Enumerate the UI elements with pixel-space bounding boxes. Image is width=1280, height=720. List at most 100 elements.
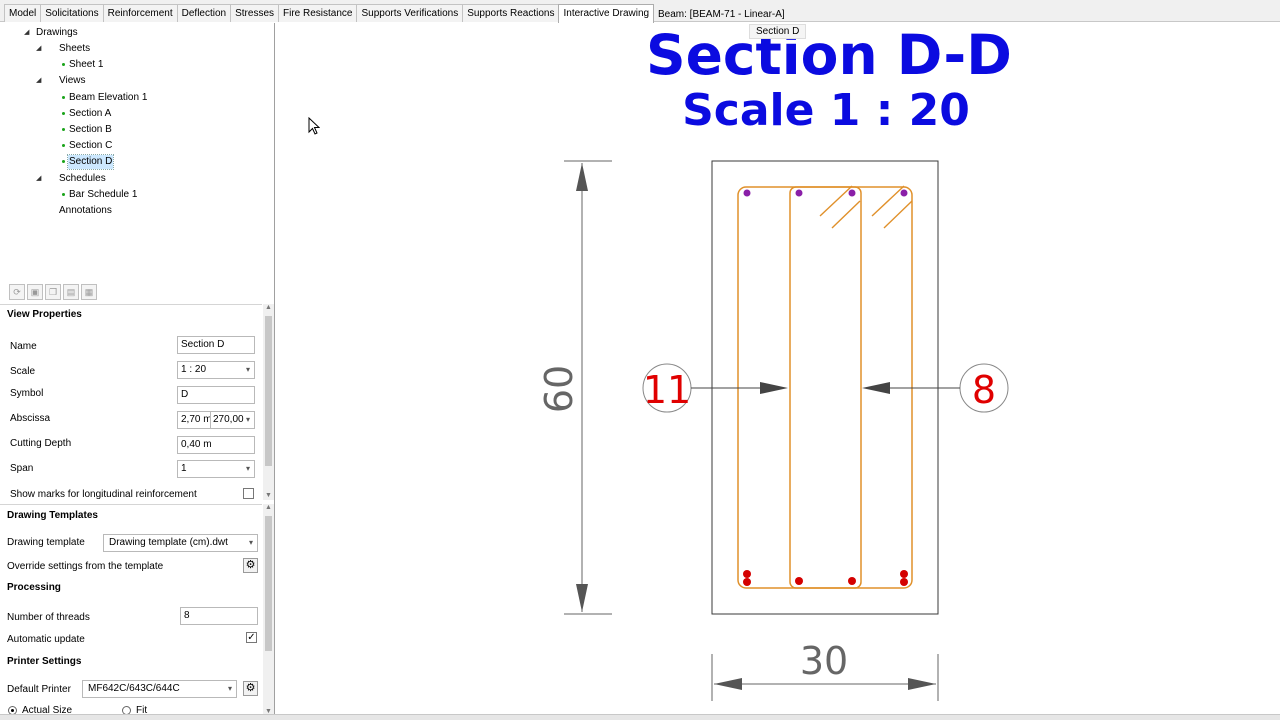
hook-line [819,185,853,217]
tree-node-sheets[interactable]: Sheets [59,42,90,56]
top-bar[interactable] [848,189,856,197]
copy-icon[interactable]: ❐ [45,284,61,300]
tab-fire-resistance[interactable]: Fire Resistance [278,4,358,22]
tree-node-bar-schedule[interactable]: Bar Schedule 1 [69,188,137,202]
arrow-right-icon [908,678,936,690]
tree-node-section-a[interactable]: Section A [69,107,111,121]
expand-icon[interactable]: ◢ [36,42,44,56]
scrollbar-thumb[interactable] [265,316,272,466]
cutting-depth-label: Cutting Depth [10,438,72,449]
name-label: Name [10,341,37,352]
cutting-depth-field[interactable]: 0,40 m [177,436,255,454]
drawing-canvas[interactable]: Section D-D Scale 1 : 20 Section D 11 8 … [276,23,1280,715]
bottom-bar[interactable] [900,570,908,578]
tree-node-sheet-1[interactable]: Sheet 1 [69,58,103,72]
tree-node-schedules[interactable]: Schedules [59,172,106,186]
abscissa-select[interactable]: 270,00 [210,411,255,429]
scale-label: Scale [10,366,36,377]
hook-line [831,200,861,229]
automatic-update-checkbox[interactable]: ✓ [246,632,257,643]
application-window: Model Solicitations Reinforcement Deflec… [0,0,1280,720]
span-select[interactable]: 1 [177,460,255,478]
status-bar [0,714,1280,720]
top-bar[interactable] [900,189,908,197]
leaf-dot-icon [62,96,65,99]
scroll-down-icon[interactable]: ▼ [263,492,274,500]
name-field[interactable]: Section D [177,336,255,354]
view-properties-header: View Properties [7,309,82,320]
scroll-up-icon[interactable]: ▲ [263,304,274,312]
bottom-bar[interactable] [795,577,803,585]
arrow-up-icon [576,163,588,191]
expand-icon[interactable]: ◢ [36,74,44,88]
tab-model[interactable]: Model [4,4,42,22]
show-marks-label: Show marks for longitudinal reinforcemen… [10,489,197,500]
bottom-bar[interactable] [743,570,751,578]
refresh-icon[interactable]: ⟳ [9,284,25,300]
properties-scrollbar[interactable]: ▲ ▼ [263,304,274,500]
bottom-bar[interactable] [743,578,751,586]
default-printer-label: Default Printer [7,684,71,695]
gear-icon[interactable]: ⚙ [243,558,258,573]
tree-node-annotations[interactable]: Annotations [59,204,112,218]
tree-toolbar: ⟳ ▣ ❐ ▤ ▦ [9,284,97,300]
leaf-dot-icon [62,128,65,131]
new-view-icon[interactable]: ▣ [27,284,43,300]
default-printer-select[interactable]: MF642C/643C/644C [82,680,237,698]
top-bars [743,189,908,197]
leaf-dot-icon [62,63,65,66]
top-bar[interactable] [743,189,751,197]
bottom-bar[interactable] [900,578,908,586]
printer-settings-header: Printer Settings [7,656,82,667]
settings-panel: Drawing Templates Drawing template Drawi… [0,504,262,717]
arrow-right-icon [760,382,788,394]
leaf-dot-icon [62,193,65,196]
tree-node-section-b[interactable]: Section B [69,123,112,137]
inner-stirrup[interactable] [789,186,862,589]
tree-node-section-d[interactable]: Section D [66,154,115,170]
abscissa-field[interactable]: 2,70 m [177,411,212,429]
leaf-dot-icon [62,160,65,163]
symbol-field[interactable]: D [177,386,255,404]
gear-icon[interactable]: ⚙ [243,681,258,696]
tab-solicitations[interactable]: Solicitations [40,4,104,22]
tab-supports-verifications[interactable]: Supports Verifications [356,4,464,22]
section-drawing: 11 8 60 30 [537,160,1009,701]
tab-supports-reactions[interactable]: Supports Reactions [462,4,560,22]
expand-icon[interactable]: ◢ [36,172,44,186]
save-icon[interactable]: ▦ [81,284,97,300]
tab-stresses[interactable]: Stresses [230,4,280,22]
tab-reinforcement[interactable]: Reinforcement [102,4,178,22]
hook-line [883,200,913,229]
tree-node-section-c[interactable]: Section C [69,139,112,153]
sheet-icon[interactable]: ▤ [63,284,79,300]
scroll-up-icon[interactable]: ▲ [263,504,274,512]
settings-scrollbar[interactable]: ▲ ▼ [263,504,274,717]
processing-header: Processing [7,582,61,593]
tree-node-drawings[interactable]: Drawings [36,26,78,40]
drawing-template-select[interactable]: Drawing template (cm).dwt [103,534,258,552]
leaf-dot-icon [62,112,65,115]
threads-label: Number of threads [7,612,90,623]
span-label: Span [10,463,34,474]
stirrup-hooks [819,185,913,229]
tab-bar: Model Solicitations Reinforcement Deflec… [0,0,1280,23]
arrow-down-icon [576,584,588,612]
show-marks-checkbox[interactable] [243,488,254,499]
scrollbar-thumb[interactable] [265,516,272,651]
threads-field[interactable]: 8 [180,607,258,625]
tree-node-beam-elevation[interactable]: Beam Elevation 1 [69,91,147,105]
drawing-templates-header: Drawing Templates [7,510,98,521]
view-properties-panel: View Properties Name Section D Scale 1 :… [0,304,262,500]
top-bar[interactable] [795,189,803,197]
tab-interactive-drawing[interactable]: Interactive Drawing [558,4,655,23]
left-panel: ◢ Drawings ◢ Sheets Sheet 1 ◢ Views Beam… [0,23,275,717]
tree-node-views[interactable]: Views [59,74,86,88]
scale-select[interactable]: 1 : 20 [177,361,255,379]
bottom-bars [743,570,908,586]
beam-title: Beam: [BEAM-71 - Linear-A] [658,9,785,20]
expand-icon[interactable]: ◢ [24,26,32,40]
width-dimension-label: 30 [800,639,848,683]
bottom-bar[interactable] [848,577,856,585]
tab-deflection[interactable]: Deflection [176,4,232,22]
